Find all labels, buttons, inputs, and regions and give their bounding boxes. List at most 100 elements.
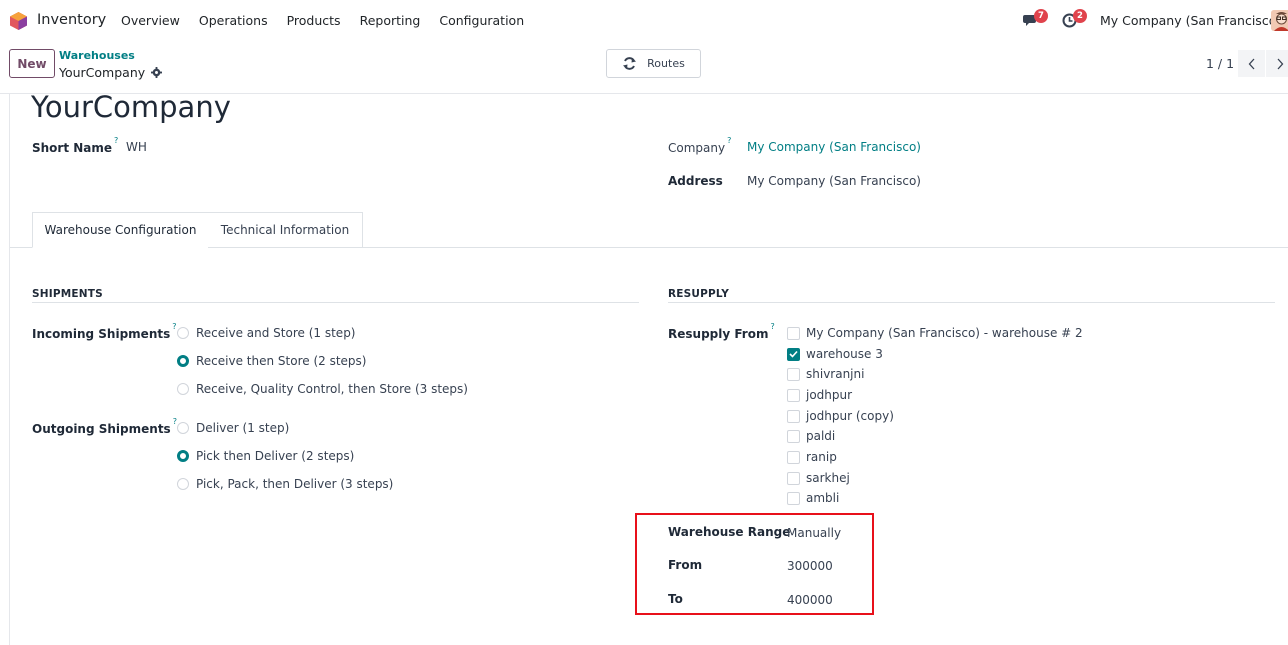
menu-operations[interactable]: Operations [199, 13, 268, 28]
pager-value[interactable]: 1 / 1 [1206, 56, 1234, 71]
tab-technical-information[interactable]: Technical Information [208, 212, 363, 248]
checkbox-label: My Company (San Francisco) - warehouse #… [806, 326, 1083, 340]
outgoing-shipments-label-text: Outgoing Shipments [32, 422, 171, 436]
checkbox-label: jodhpur (copy) [806, 409, 894, 423]
checkbox[interactable] [787, 429, 800, 443]
check-icon [789, 350, 798, 358]
resupply-option[interactable]: ambli [787, 491, 839, 505]
gear-icon[interactable] [151, 67, 163, 78]
incoming-option-2[interactable]: Receive then Store (2 steps) [177, 354, 366, 368]
checkbox[interactable] [787, 367, 800, 381]
user-avatar[interactable] [1271, 10, 1288, 31]
checkbox[interactable] [787, 491, 800, 505]
radio-button[interactable] [177, 383, 189, 395]
pager-next-button[interactable] [1266, 50, 1288, 77]
range-to-label: To [668, 592, 683, 606]
company-value[interactable]: My Company (San Francisco) [747, 140, 921, 154]
outgoing-shipments-label: Outgoing Shipments? [32, 417, 177, 436]
short-name-label: Short Name? [32, 136, 118, 155]
resupply-option[interactable]: sarkhej [787, 471, 850, 485]
menu-products[interactable]: Products [287, 13, 341, 28]
user-avatar-icon [1271, 10, 1288, 31]
resupply-divider [668, 302, 1275, 303]
radio-button[interactable] [177, 422, 189, 434]
menu-reporting[interactable]: Reporting [360, 13, 421, 28]
messages-button[interactable]: 7 [1023, 9, 1048, 29]
incoming-shipments-label: Incoming Shipments? [32, 322, 177, 341]
range-to-value[interactable]: 400000 [787, 593, 833, 607]
help-icon[interactable]: ? [770, 322, 774, 331]
resupply-from-label-text: Resupply From [668, 327, 769, 341]
shipments-section-title: SHIPMENTS [32, 288, 103, 300]
shipments-divider [32, 302, 639, 303]
address-value[interactable]: My Company (San Francisco) [747, 174, 921, 188]
outgoing-option-1[interactable]: Deliver (1 step) [177, 421, 289, 435]
checkbox[interactable] [787, 450, 800, 464]
checkbox-label: jodhpur [806, 388, 853, 402]
checkbox-label: sarkhej [806, 471, 850, 485]
top-navbar: Inventory Overview Operations Products R… [0, 0, 1288, 41]
checkbox-label: ranip [806, 450, 837, 464]
inventory-app-icon[interactable] [10, 12, 27, 30]
resupply-from-label: Resupply From? [668, 322, 775, 341]
checkbox-label: ambli [806, 491, 840, 505]
warehouse-range-label: Warehouse Range [668, 525, 791, 539]
activities-badge: 2 [1073, 9, 1087, 23]
incoming-option-1[interactable]: Receive and Store (1 step) [177, 326, 356, 340]
resupply-option[interactable]: jodhpur (copy) [787, 409, 894, 423]
radio-button[interactable] [177, 327, 189, 339]
record-title[interactable]: YourCompany [31, 90, 231, 124]
activities-button[interactable]: 2 [1062, 9, 1087, 29]
messages-badge: 7 [1034, 9, 1048, 23]
help-icon[interactable]: ? [727, 136, 731, 145]
resupply-option[interactable]: warehouse 3 [787, 347, 883, 361]
app-name[interactable]: Inventory [37, 12, 106, 28]
control-panel: New Warehouses YourCompany Routes 1 / 1 [0, 41, 1288, 94]
new-button[interactable]: New [9, 49, 55, 78]
checkbox[interactable] [787, 388, 800, 402]
incoming-option-3[interactable]: Receive, Quality Control, then Store (3 … [177, 382, 468, 396]
company-label-text: Company [668, 141, 726, 155]
radio-label: Pick then Deliver (2 steps) [196, 449, 355, 463]
sheet-border [9, 94, 10, 645]
resupply-option[interactable]: jodhpur [787, 388, 852, 402]
refresh-icon [623, 57, 637, 70]
radio-button-selected[interactable] [177, 355, 189, 367]
resupply-option[interactable]: My Company (San Francisco) - warehouse #… [787, 326, 1083, 340]
checkbox[interactable] [787, 471, 800, 485]
checkbox[interactable] [787, 326, 800, 340]
menu-overview[interactable]: Overview [121, 13, 180, 28]
pager-previous-button[interactable] [1238, 50, 1265, 77]
radio-button-selected[interactable] [177, 450, 189, 462]
help-icon[interactable]: ? [172, 322, 176, 331]
chevron-left-icon [1248, 58, 1254, 69]
address-label: Address [668, 174, 723, 188]
radio-label: Receive and Store (1 step) [196, 326, 356, 340]
breadcrumb-warehouses[interactable]: Warehouses [59, 49, 135, 62]
company-switcher[interactable]: My Company (San Francisco) [1100, 13, 1281, 28]
resupply-option[interactable]: ranip [787, 450, 837, 464]
outgoing-option-2[interactable]: Pick then Deliver (2 steps) [177, 449, 354, 463]
short-name-value[interactable]: WH [126, 140, 147, 154]
short-name-label-text: Short Name [32, 141, 113, 155]
radio-label: Pick, Pack, then Deliver (3 steps) [196, 477, 394, 491]
help-icon[interactable]: ? [114, 136, 118, 145]
tab-warehouse-configuration[interactable]: Warehouse Configuration [32, 212, 209, 248]
resupply-section-title: RESUPPLY [668, 288, 729, 300]
chevron-right-icon [1277, 58, 1283, 69]
radio-button[interactable] [177, 478, 189, 490]
checkbox-checked[interactable] [787, 347, 800, 361]
routes-button[interactable]: Routes [606, 49, 701, 78]
outgoing-option-3[interactable]: Pick, Pack, then Deliver (3 steps) [177, 477, 393, 491]
range-from-label: From [668, 558, 703, 572]
breadcrumb-current: YourCompany [59, 65, 163, 80]
checkbox[interactable] [787, 409, 800, 423]
checkbox-label: shivranjni [806, 367, 865, 381]
incoming-shipments-label-text: Incoming Shipments [32, 327, 171, 341]
menu-configuration[interactable]: Configuration [439, 13, 524, 28]
resupply-option[interactable]: paldi [787, 429, 835, 443]
breadcrumb-current-label: YourCompany [59, 65, 146, 80]
range-from-value[interactable]: 300000 [787, 559, 833, 573]
resupply-option[interactable]: shivranjni [787, 367, 864, 381]
warehouse-range-value[interactable]: Manually [787, 526, 841, 540]
